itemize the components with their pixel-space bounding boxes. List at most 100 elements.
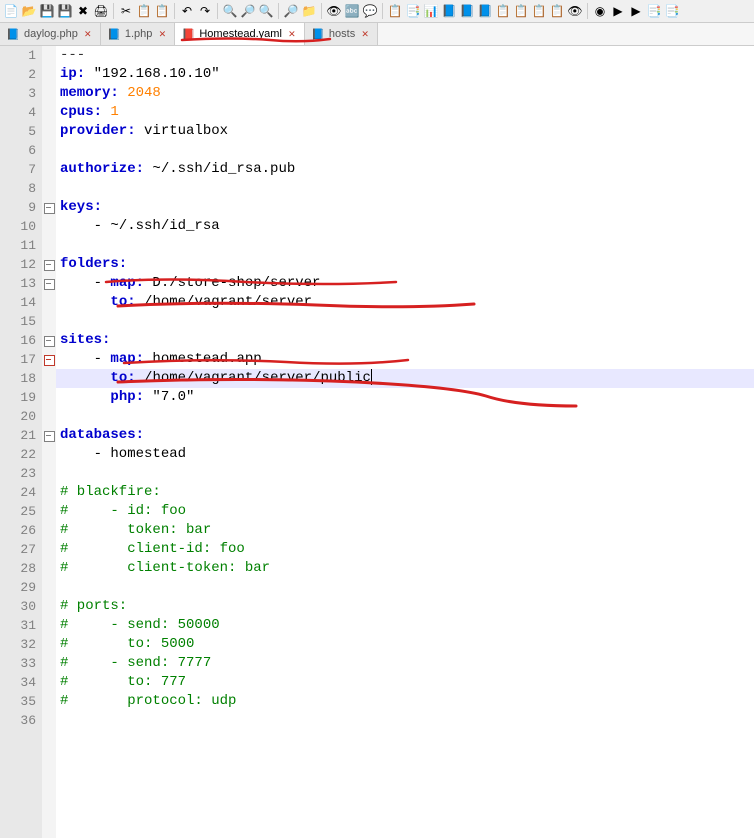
toolbar-icon[interactable]: 🔍 (222, 3, 238, 19)
fold-guide (42, 578, 56, 597)
line-number: 35 (0, 692, 42, 711)
fold-toggle[interactable] (42, 350, 56, 369)
toolbar-icon[interactable]: 👁 (567, 3, 583, 19)
code-line[interactable] (56, 236, 754, 255)
toolbar-icon[interactable]: 🔤 (344, 3, 360, 19)
code-line[interactable]: provider: virtualbox (56, 122, 754, 141)
code-line[interactable] (56, 407, 754, 426)
toolbar-icon[interactable]: 💬 (362, 3, 378, 19)
fold-guide (42, 160, 56, 179)
code-line[interactable]: # - send: 50000 (56, 616, 754, 635)
fold-toggle[interactable] (42, 331, 56, 350)
toolbar-icon[interactable]: 📂 (21, 3, 37, 19)
tab-daylog-php[interactable]: 📘daylog.php✕ (0, 23, 101, 45)
code-line[interactable]: authorize: ~/.ssh/id_rsa.pub (56, 160, 754, 179)
toolbar-icon[interactable]: ▶ (610, 3, 626, 19)
tab-hosts[interactable]: 📘hosts✕ (305, 23, 378, 45)
code-line[interactable]: databases: (56, 426, 754, 445)
code-area[interactable]: ---ip: "192.168.10.10"memory: 2048cpus: … (56, 46, 754, 838)
toolbar-icon[interactable]: 📊 (423, 3, 439, 19)
toolbar-icon[interactable]: 👁 (326, 3, 342, 19)
code-line[interactable]: to: /home/vagrant/server (56, 293, 754, 312)
code-line[interactable] (56, 578, 754, 597)
line-number: 21 (0, 426, 42, 445)
close-icon[interactable]: ✕ (286, 28, 298, 40)
tab-Homestead-yaml[interactable]: 📕Homestead.yaml✕ (175, 23, 305, 45)
toolbar-icon[interactable]: 📘 (441, 3, 457, 19)
code-line[interactable]: cpus: 1 (56, 103, 754, 122)
toolbar-icon[interactable]: 📋 (136, 3, 152, 19)
fold-toggle[interactable] (42, 426, 56, 445)
code-line[interactable]: - ~/.ssh/id_rsa (56, 217, 754, 236)
toolbar-icon[interactable]: 📋 (154, 3, 170, 19)
code-line[interactable] (56, 312, 754, 331)
code-line[interactable] (56, 141, 754, 160)
fold-guide (42, 597, 56, 616)
text-cursor (371, 369, 372, 385)
toolbar-icon[interactable]: 💾 (57, 3, 73, 19)
fold-toggle[interactable] (42, 255, 56, 274)
toolbar-icon[interactable]: 📋 (495, 3, 511, 19)
code-line[interactable]: # client-token: bar (56, 559, 754, 578)
fold-guide (42, 464, 56, 483)
code-line[interactable] (56, 464, 754, 483)
toolbar-icon[interactable]: ✖ (75, 3, 91, 19)
toolbar-icon[interactable]: 📋 (531, 3, 547, 19)
code-line[interactable]: # blackfire: (56, 483, 754, 502)
code-line[interactable]: # - send: 7777 (56, 654, 754, 673)
toolbar-icon[interactable]: 📘 (477, 3, 493, 19)
code-line[interactable]: - map: homestead.app (56, 350, 754, 369)
fold-toggle[interactable] (42, 274, 56, 293)
code-line[interactable]: # token: bar (56, 521, 754, 540)
code-line[interactable]: php: "7.0" (56, 388, 754, 407)
toolbar-icon[interactable]: 📑 (646, 3, 662, 19)
line-number: 17 (0, 350, 42, 369)
line-number: 20 (0, 407, 42, 426)
toolbar-icon[interactable]: 📘 (459, 3, 475, 19)
code-line[interactable]: # - id: foo (56, 502, 754, 521)
toolbar-icon[interactable]: ◉ (592, 3, 608, 19)
toolbar-icon[interactable]: 📄 (3, 3, 19, 19)
code-line[interactable]: sites: (56, 331, 754, 350)
code-line[interactable]: # to: 5000 (56, 635, 754, 654)
code-line[interactable]: folders: (56, 255, 754, 274)
fold-guide (42, 654, 56, 673)
code-line[interactable]: - homestead (56, 445, 754, 464)
toolbar-icon[interactable]: 📁 (301, 3, 317, 19)
toolbar-icon[interactable]: 📋 (387, 3, 403, 19)
code-line[interactable]: - map: D:/store-shop/server (56, 274, 754, 293)
toolbar-icon[interactable]: 💾 (39, 3, 55, 19)
toolbar-icon[interactable]: 📋 (513, 3, 529, 19)
code-line[interactable]: # protocol: udp (56, 692, 754, 711)
code-line[interactable]: # to: 777 (56, 673, 754, 692)
toolbar-icon[interactable]: ↶ (179, 3, 195, 19)
toolbar-icon[interactable]: 🔍 (258, 3, 274, 19)
tab-1-php[interactable]: 📘1.php✕ (101, 23, 176, 45)
toolbar-icon[interactable]: ▶ (628, 3, 644, 19)
code-line[interactable]: ip: "192.168.10.10" (56, 65, 754, 84)
code-line[interactable] (56, 179, 754, 198)
tab-label: 1.php (125, 28, 153, 40)
close-icon[interactable]: ✕ (359, 28, 371, 40)
toolbar-icon[interactable]: 📑 (664, 3, 680, 19)
fold-guide (42, 46, 56, 65)
code-line[interactable]: to: /home/vagrant/server/public (56, 369, 754, 388)
close-icon[interactable]: ✕ (156, 28, 168, 40)
code-line[interactable]: # client-id: foo (56, 540, 754, 559)
fold-toggle[interactable] (42, 198, 56, 217)
toolbar-icon[interactable]: 🖨 (93, 3, 109, 19)
toolbar-icon[interactable]: 🔎 (240, 3, 256, 19)
toolbar-icon[interactable]: 🔎 (283, 3, 299, 19)
code-line[interactable]: keys: (56, 198, 754, 217)
toolbar-icon[interactable]: ✂ (118, 3, 134, 19)
toolbar-icon[interactable]: 📋 (549, 3, 565, 19)
code-line[interactable]: memory: 2048 (56, 84, 754, 103)
close-icon[interactable]: ✕ (82, 28, 94, 40)
code-line[interactable]: # ports: (56, 597, 754, 616)
line-number: 5 (0, 122, 42, 141)
toolbar-icon[interactable]: 📑 (405, 3, 421, 19)
code-line[interactable] (56, 711, 754, 730)
toolbar-icon[interactable]: ↷ (197, 3, 213, 19)
line-number: 15 (0, 312, 42, 331)
code-line[interactable]: --- (56, 46, 754, 65)
